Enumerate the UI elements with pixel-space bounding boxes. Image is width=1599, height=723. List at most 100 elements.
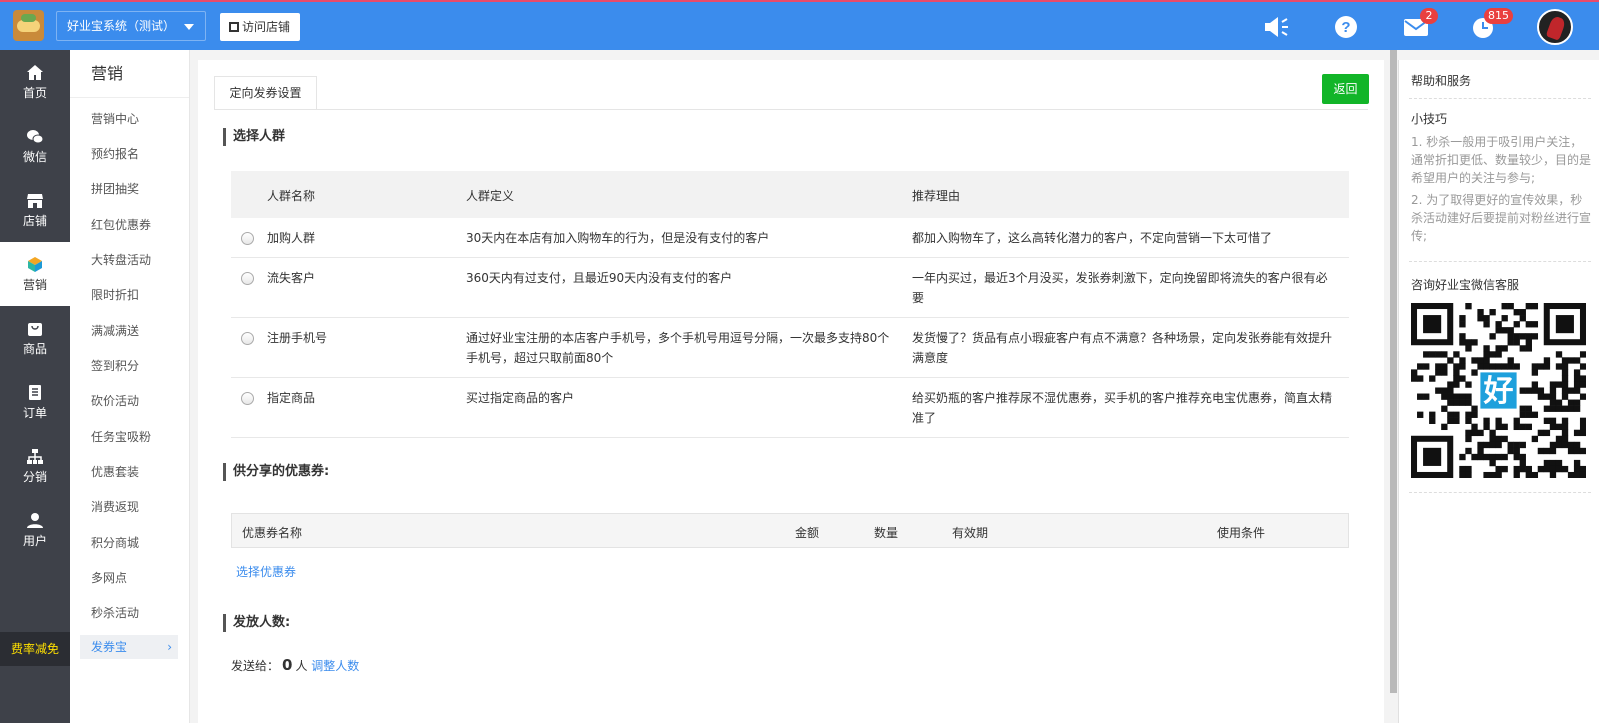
goods-bag-icon [28, 323, 42, 336]
svg-text:?: ? [1341, 19, 1350, 36]
column-header: 人群名称 [267, 189, 316, 203]
subnav-item[interactable]: 秒杀活动 [91, 601, 139, 625]
nav-item-goods[interactable]: 商品 [0, 306, 70, 370]
subnav-item-label: 发券宝 [91, 640, 128, 654]
tab-directed-coupon-settings[interactable]: 定向发券设置 [214, 76, 317, 110]
tip-text: 1. 秒杀一般用于吸引用户关注，通常折扣更低、数量较少，目的是希望用户的关注与参… [1411, 135, 1592, 185]
subnav-item[interactable]: 砍价活动 [91, 389, 139, 413]
subnav-item[interactable]: 拼团抽奖 [91, 177, 139, 201]
crowd-table: 人群名称 人群定义 推荐理由 加购人群 30天内在本店有加入购物车的行为，但是没… [231, 171, 1349, 438]
caret-down-icon [184, 24, 194, 30]
tab-divider [214, 109, 1368, 110]
coupon-table-header: 优惠券名称 金额 数量 有效期 使用条件 [231, 513, 1349, 548]
send-count: 0 [282, 656, 293, 674]
nav-item-label: 首页 [22, 86, 47, 100]
nav-item-wechat[interactable]: 微信 [0, 114, 70, 178]
alarm-clock-icon[interactable]: 815 [1470, 8, 1513, 40]
send-unit: 人 [295, 659, 308, 673]
subnav-item[interactable]: 消费返现 [91, 495, 139, 519]
store-selector-label: 好业宝系统（测试） [67, 19, 176, 33]
visit-store-label: 访问店铺 [242, 20, 291, 34]
crowd-radio[interactable] [241, 332, 254, 345]
primary-sidebar: 首页 微信 店铺 营销 商品 订单 分销 用户 费率减免 [0, 50, 70, 723]
store-selector[interactable]: 好业宝系统（测试） [56, 11, 206, 41]
table-row[interactable]: 加购人群 30天内在本店有加入购物车的行为，但是没有支付的客户 都加入购物车了，… [231, 218, 1349, 258]
tip-text: 2. 为了取得更好的宣传效果，秒杀活动建好后要提前对粉丝进行宣传; [1411, 193, 1592, 243]
nav-item-store[interactable]: 店铺 [0, 178, 70, 242]
help-question-icon[interactable]: ? [1333, 14, 1361, 40]
nav-item-label: 用户 [22, 534, 47, 548]
send-count-section-title: 发放人数: [223, 614, 290, 632]
column-header: 人群定义 [466, 189, 515, 203]
table-row[interactable]: 注册手机号 通过好业宝注册的本店客户手机号，多个手机号用逗号分隔，一次最多支持8… [231, 318, 1349, 378]
nav-item-marketing[interactable]: 营销 [0, 242, 70, 306]
crowd-radio[interactable] [241, 392, 254, 405]
select-coupon-link[interactable]: 选择优惠券 [236, 563, 296, 580]
crowd-name: 加购人群 [267, 231, 316, 245]
column-header: 有效期 [952, 526, 989, 540]
subnav-item[interactable]: 满减满送 [91, 319, 139, 343]
nav-item-orders[interactable]: 订单 [0, 370, 70, 434]
page-scrollbar[interactable] [1390, 50, 1397, 693]
app-logo[interactable] [13, 10, 44, 41]
subnav-item[interactable]: 大转盘活动 [91, 248, 151, 272]
divider [1409, 492, 1591, 493]
nav-item-label: 分销 [22, 470, 47, 484]
table-row[interactable]: 指定商品 买过指定商品的客户 给买奶瓶的客户推荐尿不湿优惠券，买手机的客户推荐充… [231, 378, 1349, 438]
subnav-item[interactable]: 限时折扣 [91, 283, 139, 307]
subnav-item[interactable]: 优惠套装 [91, 460, 139, 484]
store-icon [27, 194, 43, 208]
subnav-item[interactable]: 预约报名 [91, 142, 139, 166]
divider [1409, 261, 1591, 262]
subnav-item[interactable]: 多网点 [91, 566, 127, 590]
nav-item-home[interactable]: 首页 [0, 50, 70, 114]
crowd-reason: 都加入购物车了，这么高转化潜力的客户，不定向营销一下太可惜了 [912, 231, 1273, 245]
column-header: 优惠券名称 [242, 526, 303, 540]
nav-item-label: 微信 [22, 150, 47, 164]
user-avatar[interactable] [1537, 9, 1573, 45]
announcement-speaker-icon[interactable] [1262, 14, 1290, 40]
top-bar: 好业宝系统（测试） 访问店铺 ? 2 815 [0, 0, 1599, 50]
crowd-definition: 30天内在本店有加入购物车的行为，但是没有支付的客户 [466, 231, 770, 245]
adjust-count-link[interactable]: 调整人数 [311, 659, 359, 673]
visit-store-button[interactable]: 访问店铺 [220, 13, 300, 41]
qr-title: 咨询好业宝微信客服 [1411, 278, 1520, 292]
mail-badge: 2 [1420, 8, 1438, 24]
send-count-line: 发送给： 0 人 调整人数 [231, 656, 359, 674]
subnav-item-active[interactable]: 发券宝 › [80, 635, 178, 659]
crowd-radio[interactable] [241, 272, 254, 285]
crowd-reason: 给买奶瓶的客户推荐尿不湿优惠券，买手机的客户推荐充电宝优惠券，简直太精准了 [912, 391, 1333, 425]
subnav-item[interactable]: 任务宝吸粉 [91, 425, 151, 449]
nav-item-label: 订单 [22, 406, 47, 420]
nav-item-label: 营销 [22, 278, 47, 292]
marketing-cube-icon [28, 257, 42, 272]
tips-title: 小技巧 [1411, 112, 1448, 126]
secondary-sidebar: 营销 营销中心 预约报名 拼团抽奖 红包优惠券 大转盘活动 限时折扣 满减满送 … [70, 50, 190, 723]
fee-reduction-promo[interactable]: 费率减免 [0, 632, 70, 666]
subnav-item[interactable]: 营销中心 [91, 107, 139, 131]
crowd-name: 注册手机号 [267, 331, 328, 345]
order-list-icon [29, 385, 41, 400]
qrcode-logo-text: 好 [1483, 374, 1514, 409]
mail-icon[interactable]: 2 [1403, 8, 1438, 40]
wechat-service-qrcode: 好 [1411, 303, 1587, 479]
back-button[interactable]: 返回 [1322, 74, 1369, 104]
nav-item-label: 商品 [22, 342, 47, 356]
qrcode-icon [229, 22, 239, 32]
crowd-reason: 一年内买过，最近3个月没买，发张券刺激下，定向挽留即将流失的客户很有必要 [912, 271, 1328, 305]
crowd-definition: 360天内有过支付，且最近90天内没有支付的客户 [466, 271, 733, 285]
crowd-reason: 发货慢了？货品有点小瑕疵客户有点不满意？各种场景，定向发张券能有效提升满意度 [912, 331, 1333, 365]
column-header: 数量 [874, 526, 899, 540]
crowd-radio[interactable] [241, 232, 254, 245]
subnav-title: 营销 [70, 50, 189, 98]
nav-item-users[interactable]: 用户 [0, 498, 70, 562]
crowd-definition: 买过指定商品的客户 [466, 391, 575, 405]
table-row[interactable]: 流失客户 360天内有过支付，且最近90天内没有支付的客户 一年内买过，最近3个… [231, 258, 1349, 318]
send-prefix: 发送给： [231, 659, 280, 673]
subnav-item[interactable]: 签到积分 [91, 354, 139, 378]
column-header: 推荐理由 [912, 189, 961, 203]
subnav-item[interactable]: 红包优惠券 [91, 213, 151, 237]
nav-item-distribution[interactable]: 分销 [0, 434, 70, 498]
wechat-icon [27, 130, 44, 144]
subnav-item[interactable]: 积分商城 [91, 531, 139, 555]
